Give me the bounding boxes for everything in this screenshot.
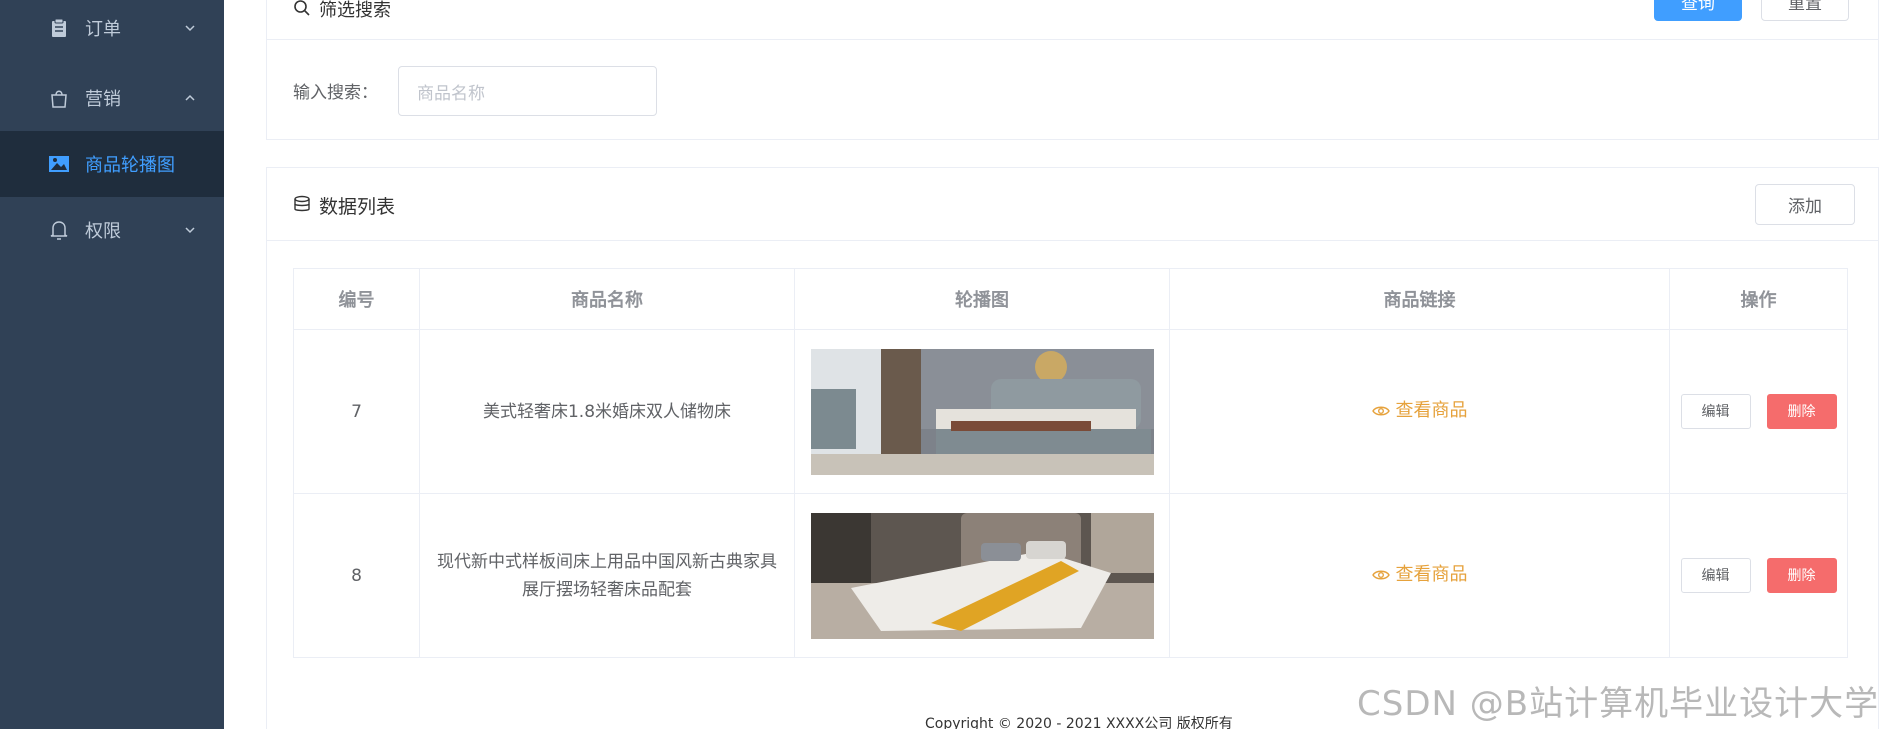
sidebar-item-label: 营销 [85,89,121,110]
cell-actions: 编辑 删除 [1669,493,1848,658]
cell-link: 查看商品 [1169,493,1670,658]
carousel-image [810,348,1154,475]
list-header: 数据列表 添加 [267,168,1878,241]
database-icon [294,195,310,212]
column-header-link: 商品链接 [1169,268,1670,330]
shopping-bag-icon [47,86,71,110]
sidebar-item-label: 权限 [85,221,121,242]
cell-link: 查看商品 [1169,329,1670,494]
reset-button[interactable]: 重置 [1761,0,1849,21]
filter-card: 筛选搜索 查询 重置 输入搜索： 商品名称 [266,0,1879,140]
cell-image [794,493,1170,658]
sidebar-item-label: 订单 [85,19,121,40]
table-header-row: 编号 商品名称 轮播图 商品链接 操作 [293,268,1848,330]
view-product-link[interactable]: 查看商品 [1371,561,1468,589]
sidebar-item-permissions[interactable]: 权限 [0,197,224,263]
eye-icon [1371,406,1390,416]
sidebar-item-carousel[interactable]: 商品轮播图 [0,131,224,197]
view-product-link[interactable]: 查看商品 [1371,397,1468,425]
clipboard-icon [47,16,71,40]
chevron-up-icon [185,94,195,101]
chevron-down-icon [185,227,195,234]
add-button[interactable]: 添加 [1755,184,1855,225]
search-icon [294,0,310,16]
data-table: 编号 商品名称 轮播图 商品链接 操作 7 美式轻奢床1.8米婚床双人储物床 查… [293,268,1848,658]
cell-id: 7 [293,329,420,494]
sidebar-item-marketing[interactable]: 营销 [0,65,224,131]
column-header-name: 商品名称 [419,268,795,330]
cell-name: 现代新中式样板间床上用品中国风新古典家具展厅摆场轻奢床品配套 [419,493,795,658]
bell-icon [47,218,71,242]
filter-header: 筛选搜索 查询 重置 [267,0,1878,40]
sidebar-item-orders[interactable]: 订单 [0,0,224,61]
image-icon [47,152,71,176]
edit-button[interactable]: 编辑 [1680,558,1751,593]
view-product-label: 查看商品 [1395,564,1468,585]
query-button[interactable]: 查询 [1654,0,1742,21]
filter-title: 筛选搜索 [319,0,391,21]
carousel-image [810,512,1154,639]
data-list-card: 数据列表 添加 编号 商品名称 轮播图 商品链接 操作 7 美式轻奢床1.8米婚… [266,167,1879,729]
delete-button[interactable]: 删除 [1766,558,1837,593]
column-header-id: 编号 [293,268,420,330]
edit-button[interactable]: 编辑 [1680,394,1751,429]
table-row: 7 美式轻奢床1.8米婚床双人储物床 查看商品 编辑 删除 [293,329,1848,494]
watermark: CSDN @B站计算机毕业设计大学 [1357,684,1880,724]
delete-button[interactable]: 删除 [1766,394,1837,429]
footer-copyright: Copyright © 2020 - 2021 XXXX公司 版权所有 [925,716,1233,729]
chevron-down-icon [185,25,195,32]
main-content: 筛选搜索 查询 重置 输入搜索： 商品名称 数据列表 添加 编号 商品名称 轮播… [224,0,1903,729]
cell-name: 美式轻奢床1.8米婚床双人储物床 [419,329,795,494]
search-label: 输入搜索： [293,83,378,103]
table-row: 8 现代新中式样板间床上用品中国风新古典家具展厅摆场轻奢床品配套 查看商品 编辑… [293,493,1848,658]
cell-image [794,329,1170,494]
sidebar-item-label: 商品轮播图 [85,155,175,176]
column-header-image: 轮播图 [794,268,1170,330]
column-header-actions: 操作 [1669,268,1848,330]
cell-id: 8 [293,493,420,658]
search-input[interactable]: 商品名称 [398,66,657,116]
cell-actions: 编辑 删除 [1669,329,1848,494]
sidebar: 订单 营销 商品轮播图 权限 [0,0,224,729]
list-title: 数据列表 [319,196,396,218]
view-product-label: 查看商品 [1395,400,1468,421]
eye-icon [1371,570,1390,580]
